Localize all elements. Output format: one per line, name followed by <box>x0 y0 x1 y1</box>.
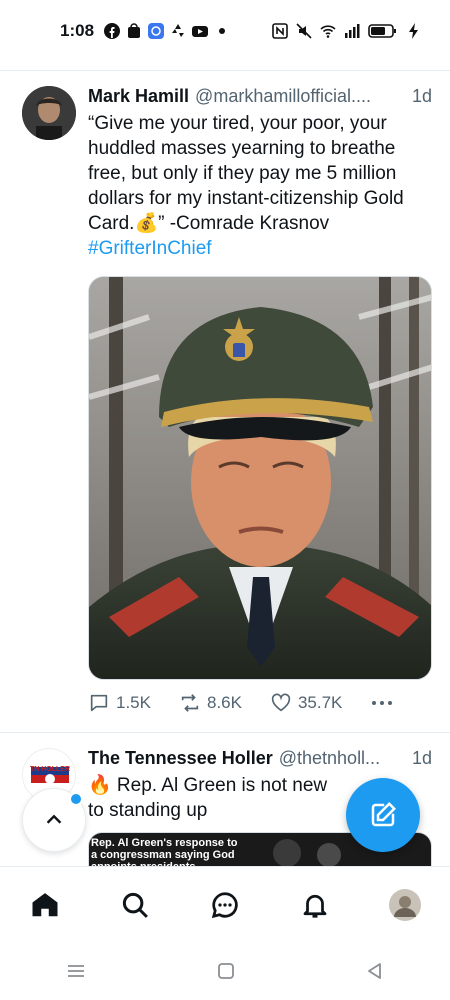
tweet-text: 🔥 Rep. Al Green is not new to standing u… <box>88 775 328 821</box>
signal-app-icon <box>148 23 165 39</box>
battery-icon <box>368 24 396 38</box>
more-icon <box>372 701 393 705</box>
search-icon <box>122 892 148 918</box>
facebook-icon <box>104 23 121 39</box>
more-dot-icon <box>219 28 226 34</box>
like-button[interactable]: 35.7K <box>270 692 342 714</box>
new-posts-indicator <box>69 792 83 806</box>
retweet-count: 8.6K <box>206 693 242 712</box>
compose-icon <box>371 801 397 827</box>
tweet-header: The Tennessee Holler @thetnholl... 1d <box>88 748 432 769</box>
reply-button[interactable]: 1.5K <box>88 692 151 714</box>
like-count: 35.7K <box>297 693 343 712</box>
notification-icons <box>104 23 230 39</box>
nav-notifications[interactable] <box>291 881 339 929</box>
author-handle[interactable]: @thetnholl... <box>279 748 406 769</box>
tweet-media-image[interactable] <box>88 276 432 680</box>
video-thumbnail <box>273 839 341 866</box>
nav-search[interactable] <box>111 881 159 929</box>
chevron-up-icon <box>46 814 62 824</box>
author-handle[interactable]: @markhamillofficial.... <box>195 86 406 107</box>
wifi-icon <box>320 25 336 38</box>
tweet-actions: 1.5K 8.6K 35.7K <box>88 692 422 714</box>
status-time: 1:08 <box>60 21 95 40</box>
menu-icon[interactable] <box>65 962 87 980</box>
status-bar: 1:08 <box>0 0 450 62</box>
back-icon[interactable] <box>365 961 385 981</box>
avatar[interactable] <box>22 86 76 140</box>
more-options-button[interactable] <box>370 692 394 714</box>
tweet-header: Mark Hamill @markhamillofficial.... 1d <box>88 86 432 107</box>
retweet-button[interactable]: 8.6K <box>179 692 242 714</box>
divider <box>0 70 450 71</box>
profile-photo-icon <box>22 86 76 140</box>
tweet-text: “Give me your tired, your poor, your hud… <box>88 113 404 234</box>
shopping-bag-icon <box>128 23 141 38</box>
profile-avatar-icon <box>389 888 421 921</box>
heart-icon <box>271 693 291 712</box>
retweet-icon <box>181 694 199 712</box>
chat-bubble-icon <box>211 891 238 918</box>
nfc-icon <box>272 23 288 39</box>
charging-icon <box>409 23 418 39</box>
reply-icon <box>90 694 108 712</box>
avatar-logo-text: TN HOLLER <box>29 766 71 773</box>
hashtag-link[interactable]: #GrifterInChief <box>88 236 432 261</box>
divider <box>0 732 450 733</box>
nav-profile[interactable] <box>381 881 429 929</box>
tweet-time[interactable]: 1d <box>412 86 432 107</box>
system-navigation-bar <box>0 942 450 1000</box>
reply-count: 1.5K <box>116 693 151 712</box>
media-caption: Rep. Al Green's response to a congressma… <box>91 837 238 866</box>
nav-messages[interactable] <box>201 881 249 929</box>
bottom-navigation <box>0 866 450 942</box>
youtube-icon <box>192 26 209 37</box>
compose-button[interactable] <box>346 778 420 852</box>
tweet-time[interactable]: 1d <box>412 748 432 769</box>
cell-signal-icon <box>345 24 360 38</box>
military-portrait-image <box>89 277 431 679</box>
nav-home[interactable] <box>21 881 69 929</box>
recycle-icon <box>172 24 185 37</box>
bell-icon <box>303 894 327 918</box>
home-icon <box>32 892 58 916</box>
mute-icon <box>296 23 312 39</box>
author-name[interactable]: The Tennessee Holler <box>88 748 273 769</box>
home-button-icon[interactable] <box>216 961 236 981</box>
author-name[interactable]: Mark Hamill <box>88 86 189 107</box>
